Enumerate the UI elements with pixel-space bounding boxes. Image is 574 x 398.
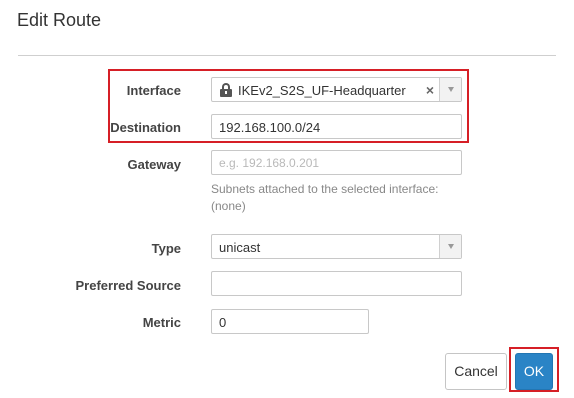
metric-value: 0	[219, 315, 227, 330]
gateway-input[interactable]: e.g. 192.168.0.201	[211, 150, 462, 175]
type-value: unicast	[219, 240, 261, 255]
title-divider	[18, 55, 556, 56]
type-select[interactable]: unicast	[211, 234, 462, 259]
type-label: Type	[151, 241, 181, 256]
gateway-hint-line1: Subnets attached to the selected interfa…	[211, 182, 439, 196]
preferred-source-label: Preferred Source	[75, 278, 182, 293]
gateway-hint: Subnets attached to the selected interfa…	[211, 181, 471, 215]
chevron-down-icon[interactable]	[439, 235, 461, 258]
metric-label: Metric	[142, 315, 181, 330]
highlight-box-ok	[509, 347, 559, 392]
cancel-button[interactable]: Cancel	[445, 353, 507, 390]
highlight-box-fields	[108, 69, 469, 143]
preferred-source-input[interactable]	[211, 271, 462, 296]
gateway-label: Gateway	[127, 157, 181, 172]
dialog-title: Edit Route	[17, 10, 102, 30]
metric-input[interactable]: 0	[211, 309, 369, 334]
gateway-placeholder: e.g. 192.168.0.201	[219, 156, 320, 170]
gateway-hint-line2: (none)	[211, 199, 246, 213]
